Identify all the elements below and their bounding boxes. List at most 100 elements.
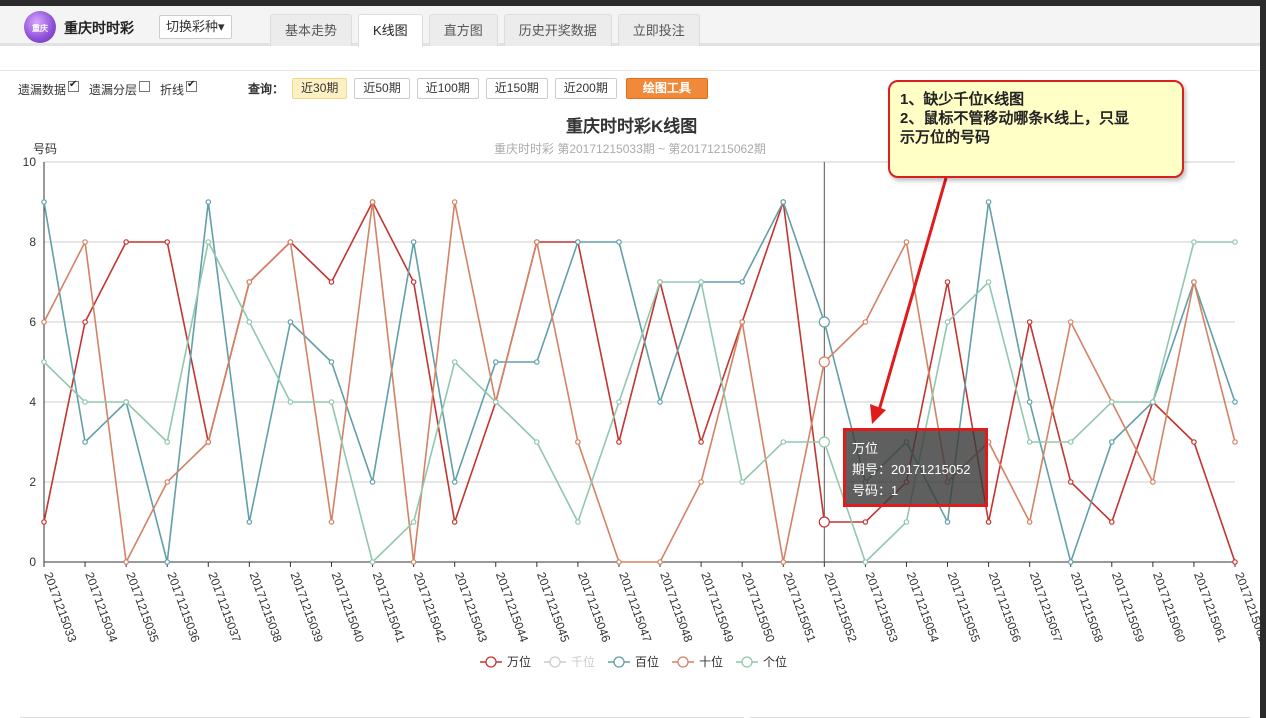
data-point xyxy=(410,239,417,245)
tooltip-number: 号码：1 xyxy=(852,483,899,498)
data-point xyxy=(1150,479,1156,485)
data-point xyxy=(616,239,622,245)
data-point xyxy=(451,519,458,525)
data-point xyxy=(1108,439,1115,445)
legend-item-3[interactable]: 十位 xyxy=(672,654,723,669)
x-tick-label: 20171215046 xyxy=(575,570,613,644)
data-point xyxy=(818,436,830,448)
x-tick-label: 20171215037 xyxy=(205,570,243,644)
tooltip-issue: 期号：20171215052 xyxy=(852,462,971,477)
data-point xyxy=(1067,319,1074,325)
annotation-line-3: 示万位的号码 xyxy=(900,129,991,146)
x-tick-label: 20171215057 xyxy=(1027,570,1065,644)
tooltip-title: 万位 xyxy=(852,441,879,456)
data-point xyxy=(575,239,581,245)
data-point xyxy=(698,479,704,485)
x-tick-label: 20171215054 xyxy=(904,570,942,644)
data-point xyxy=(944,519,951,525)
data-point xyxy=(1067,559,1074,565)
data-point xyxy=(287,319,294,325)
data-point xyxy=(287,239,294,245)
data-point xyxy=(780,559,787,565)
data-point xyxy=(985,199,992,205)
app-window: 重庆 重庆时时彩 切换彩种▾ 基本走势 K线图 直方图 历史开奖数据 立即投注 … xyxy=(0,6,1260,718)
legend-swatch-marker xyxy=(677,656,689,668)
data-point xyxy=(1232,239,1238,245)
annotation-arrowhead xyxy=(870,404,886,424)
data-point xyxy=(1108,399,1115,405)
x-tick-label: 20171215048 xyxy=(657,570,695,644)
data-point xyxy=(410,519,417,525)
data-point xyxy=(1067,439,1074,445)
x-tick-label: 20171215052 xyxy=(821,570,859,644)
data-point xyxy=(82,239,88,245)
x-tick-label: 20171215060 xyxy=(1150,570,1188,644)
data-point xyxy=(818,316,830,328)
data-point xyxy=(534,439,540,445)
series-line-2 xyxy=(43,199,1236,565)
data-point xyxy=(82,399,88,405)
y-tick-label: 0 xyxy=(29,555,36,569)
data-point xyxy=(41,319,47,325)
y-tick-label: 8 xyxy=(29,235,36,249)
data-point xyxy=(451,479,458,485)
data-point xyxy=(369,479,376,485)
data-point xyxy=(657,279,663,285)
x-tick-label: 20171215033 xyxy=(41,570,79,644)
data-point xyxy=(205,199,212,205)
data-point xyxy=(657,399,663,405)
x-tick-label: 20171215058 xyxy=(1068,570,1106,644)
legend-item-0[interactable]: 万位 xyxy=(480,654,531,669)
data-point xyxy=(818,516,830,528)
data-point xyxy=(985,519,992,525)
data-point xyxy=(739,319,745,325)
legend-label: 万位 xyxy=(507,654,531,669)
data-point xyxy=(451,359,458,365)
legend-label: 十位 xyxy=(699,654,723,669)
legend-swatch-marker xyxy=(549,656,561,668)
x-tick-label: 20171215038 xyxy=(247,570,285,644)
data-point xyxy=(123,399,129,405)
data-point xyxy=(205,439,212,445)
data-point xyxy=(369,559,376,565)
legend-swatch-marker xyxy=(485,656,497,668)
legend-item-1[interactable]: 千位 xyxy=(544,654,595,669)
data-point xyxy=(616,559,622,565)
data-point xyxy=(616,439,622,445)
data-point xyxy=(1108,519,1115,525)
x-tick-label: 20171215051 xyxy=(780,570,818,644)
data-point xyxy=(534,239,540,245)
data-point xyxy=(1191,439,1197,445)
x-tick-label: 20171215047 xyxy=(616,570,654,644)
data-point xyxy=(164,239,171,245)
data-point xyxy=(1026,439,1033,445)
x-tick-label: 20171215042 xyxy=(411,570,449,644)
data-point xyxy=(575,439,581,445)
data-point xyxy=(534,359,540,365)
y-tick-label: 10 xyxy=(23,155,37,169)
data-point xyxy=(698,279,704,285)
data-point xyxy=(903,519,910,525)
data-point xyxy=(616,399,622,405)
x-tick-label: 20171215044 xyxy=(493,570,531,644)
data-point xyxy=(246,319,253,325)
data-point xyxy=(1191,279,1197,285)
data-point xyxy=(944,319,951,325)
x-tick-label: 20171215055 xyxy=(945,570,983,644)
data-point xyxy=(985,279,992,285)
data-point xyxy=(1026,319,1033,325)
data-point xyxy=(123,239,129,245)
data-point xyxy=(903,239,910,245)
legend-label: 千位 xyxy=(571,654,595,669)
chart-tooltip: 万位 期号：20171215052 号码：1 xyxy=(843,428,988,507)
data-point xyxy=(246,519,253,525)
legend-item-2[interactable]: 百位 xyxy=(608,654,659,669)
data-point xyxy=(818,356,830,368)
data-point xyxy=(328,279,335,285)
x-tick-label: 20171215059 xyxy=(1109,570,1147,644)
data-point xyxy=(698,439,704,445)
legend-item-4[interactable]: 个位 xyxy=(736,654,787,669)
x-tick-label: 20171215036 xyxy=(164,570,202,644)
data-point xyxy=(1232,559,1238,565)
x-tick-label: 20171215039 xyxy=(288,570,326,644)
